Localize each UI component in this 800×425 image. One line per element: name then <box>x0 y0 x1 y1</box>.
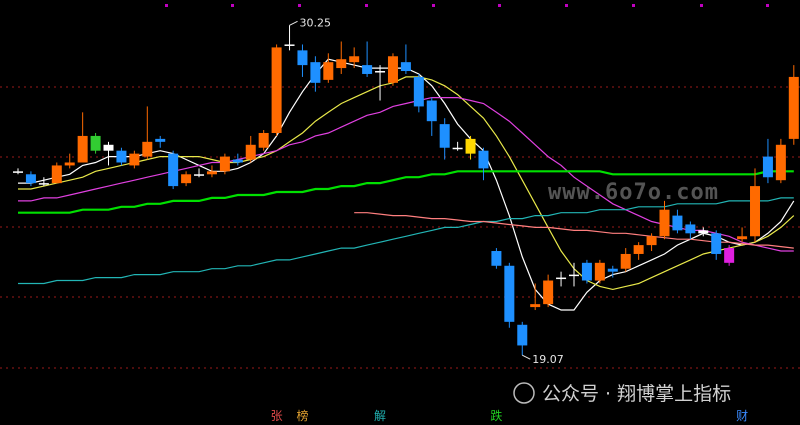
candle-body <box>413 76 424 107</box>
candle-body <box>426 100 437 122</box>
event-markers: 张榜 解 跌 财 <box>271 408 748 423</box>
chart-canvas: www.6o7o.com 30.25 19.07 张榜 解 跌 财 公众号 · 翔博掌… <box>0 4 800 423</box>
caption-text: 公众号 · 翔博掌上指标 <box>542 383 731 405</box>
candle-body <box>77 135 88 163</box>
candle-body <box>530 304 541 308</box>
candle-body <box>245 144 256 160</box>
candle-body <box>310 62 321 83</box>
candle-body <box>711 233 722 254</box>
candle-body <box>543 280 554 305</box>
candle-body <box>103 144 114 151</box>
candle-body <box>258 132 269 148</box>
tick-mark <box>231 4 234 7</box>
candle-body <box>206 171 217 175</box>
candle-body <box>504 265 515 322</box>
top-tick-marks <box>165 4 769 7</box>
candle-body <box>142 141 153 157</box>
candle-body <box>13 171 23 173</box>
candle-body <box>284 44 295 46</box>
candle-body <box>762 156 773 178</box>
candle-body <box>775 144 786 181</box>
candle-body <box>51 165 62 184</box>
candle-body <box>724 248 735 263</box>
candlestick-chart: www.6o7o.com 30.25 19.07 张榜 解 跌 财 公众号 · 翔博掌… <box>0 0 800 425</box>
candle-body <box>452 147 463 150</box>
candle-body <box>232 159 243 163</box>
candle-body <box>439 124 450 148</box>
wechat-icon <box>513 382 535 404</box>
candle-body <box>568 274 579 277</box>
candle-body <box>607 268 618 272</box>
candle-body <box>181 174 192 184</box>
tick-mark <box>632 4 635 7</box>
candle-body <box>90 135 101 151</box>
candle-body <box>155 138 166 142</box>
candle-body <box>387 56 398 83</box>
candle-body <box>478 150 489 169</box>
tick-mark <box>165 4 168 7</box>
candle-body <box>620 253 631 269</box>
tick-mark <box>365 4 368 7</box>
tick-mark <box>700 4 703 7</box>
candle-body <box>400 62 411 72</box>
event-label: 跌 <box>490 408 502 423</box>
candle-body <box>375 71 386 73</box>
candle-body <box>672 215 683 231</box>
candle-body <box>633 245 644 254</box>
candle-body <box>581 262 592 281</box>
candle-body <box>271 47 282 133</box>
candle-body <box>737 236 748 240</box>
candle-body <box>698 230 709 234</box>
ma-line <box>354 212 794 249</box>
event-label: 张 <box>271 409 283 423</box>
tick-mark <box>298 4 301 7</box>
candle-body <box>362 65 373 74</box>
candle-body <box>685 224 696 234</box>
candle-body <box>349 56 360 63</box>
candle-body <box>465 138 476 154</box>
candle-body <box>556 277 567 280</box>
candle-body <box>194 174 205 176</box>
candle-body <box>25 174 36 184</box>
tick-mark <box>766 4 769 7</box>
candle-body <box>336 59 347 69</box>
candle-body <box>129 153 140 166</box>
candle-body <box>788 76 799 139</box>
candle-body <box>646 236 657 246</box>
candle-body <box>517 324 528 346</box>
high-price-label: 30.25 <box>300 16 332 29</box>
caption: 公众号 · 翔博掌上指标 <box>513 382 731 405</box>
candle-body <box>750 186 761 237</box>
candle-body <box>38 183 49 185</box>
candle-body <box>659 209 670 237</box>
high-pointer <box>289 20 298 26</box>
candle-body <box>594 262 605 281</box>
candle-body <box>168 153 179 187</box>
event-label: 榜 <box>296 408 308 423</box>
tick-mark <box>432 4 435 7</box>
candle-body <box>323 62 334 80</box>
watermark: www.6o7o.com <box>548 180 719 205</box>
tick-mark <box>498 4 501 7</box>
low-pointer <box>522 354 531 360</box>
candle-body <box>491 251 502 266</box>
candle-body <box>64 162 75 166</box>
tick-mark <box>565 4 568 7</box>
candle-body <box>297 50 308 66</box>
low-price-label: 19.07 <box>532 353 564 366</box>
candle-body <box>116 150 127 163</box>
event-label: 解 <box>374 409 386 423</box>
candle-body <box>219 156 230 172</box>
event-label: 财 <box>736 409 748 423</box>
